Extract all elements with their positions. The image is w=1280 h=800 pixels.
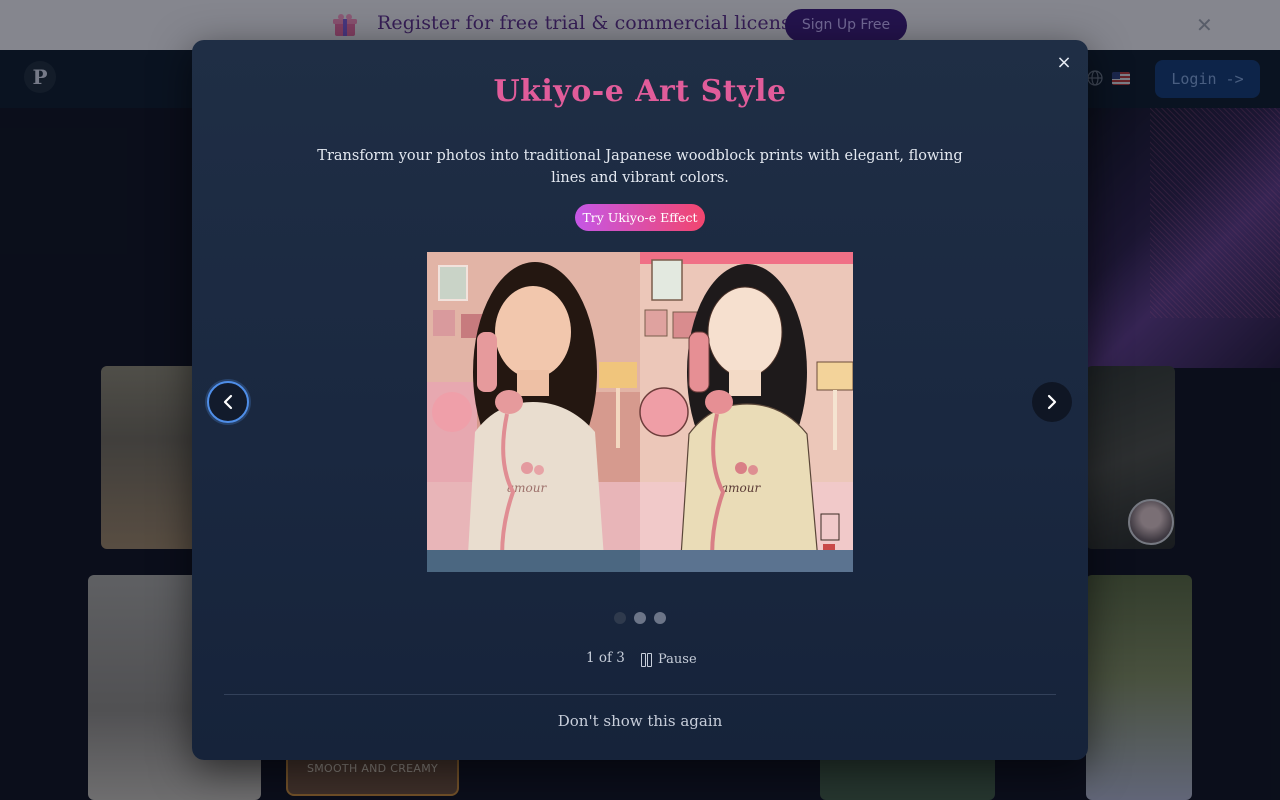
pause-icon [641, 653, 652, 667]
next-slide-button[interactable] [1032, 382, 1072, 422]
ukiyo-e-result: amour [639, 252, 853, 572]
slide-dot[interactable] [634, 612, 646, 624]
try-effect-button[interactable]: Try Ukiyo-e Effect [575, 204, 705, 231]
style-preview-modal: × Ukiyo-e Art Style Transform your photo… [192, 40, 1088, 760]
pause-button[interactable]: Pause [641, 650, 697, 668]
modal-title: Ukiyo-e Art Style [493, 74, 787, 109]
chevron-right-icon [1047, 394, 1057, 410]
divider [224, 694, 1056, 695]
dont-show-again-link[interactable]: Don't show this again [192, 712, 1088, 730]
slide-dot[interactable] [614, 612, 626, 624]
svg-text:amour: amour [721, 481, 761, 495]
modal-description: Transform your photos into traditional J… [317, 148, 963, 186]
slide-counter: 1 of 3 [586, 650, 625, 666]
pause-label: Pause [658, 651, 697, 667]
chevron-left-icon [223, 394, 233, 410]
slide-dot[interactable] [654, 612, 666, 624]
close-icon[interactable]: × [1054, 52, 1074, 74]
previous-slide-button[interactable] [207, 381, 249, 423]
original-photo: amour [427, 252, 640, 572]
slide-indicators [614, 612, 666, 624]
before-after-image: amour amour [427, 252, 853, 572]
